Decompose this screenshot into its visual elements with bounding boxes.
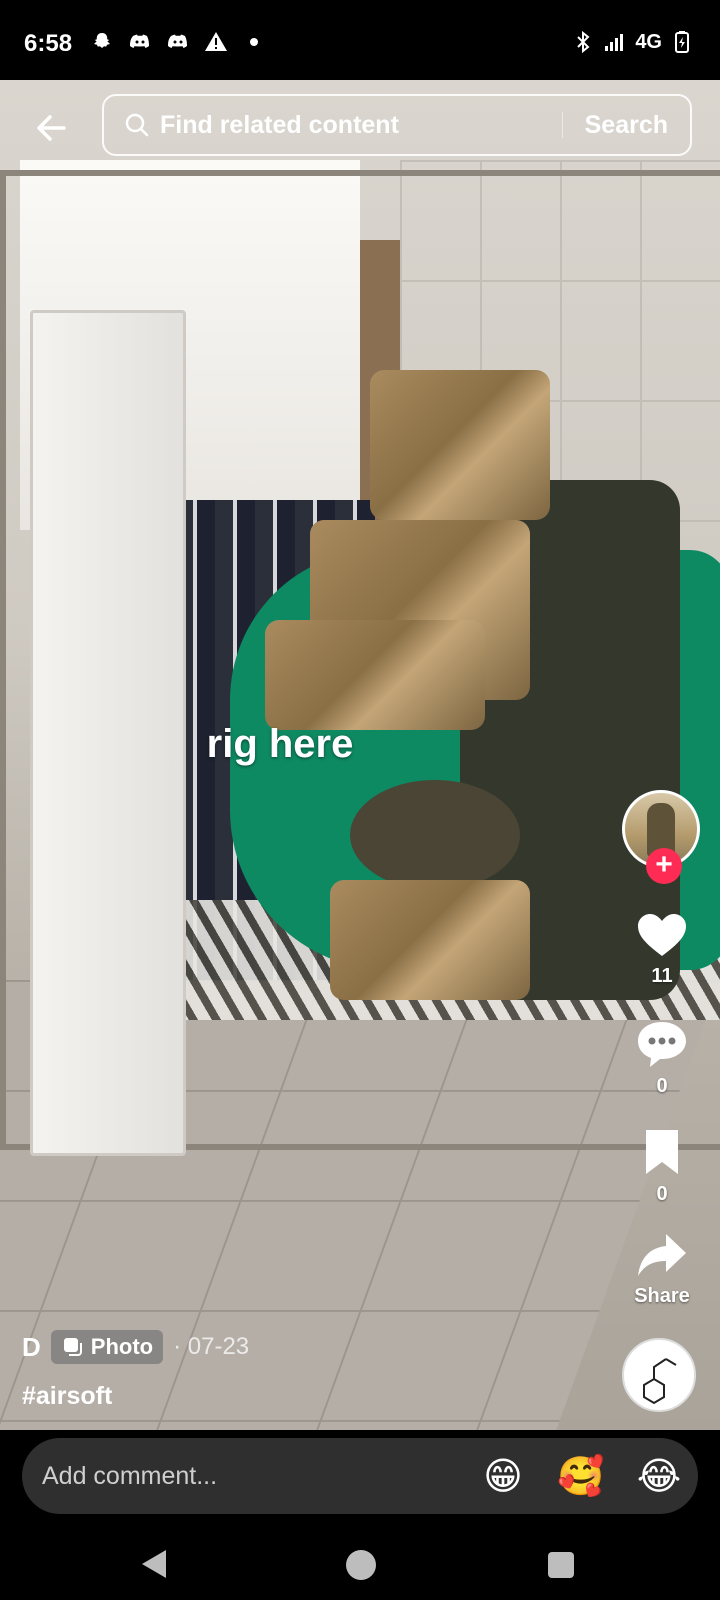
bookmark-icon: [646, 1130, 678, 1174]
top-bar: Find related content Search: [0, 80, 720, 176]
photo-badge-label: Photo: [90, 1334, 154, 1359]
signal-icon: [605, 34, 624, 51]
back-arrow-icon[interactable]: [32, 108, 72, 148]
save-count: 0: [656, 1183, 668, 1205]
warning-icon: [205, 32, 227, 51]
like-button[interactable]: 11: [622, 910, 702, 988]
post-meta: D Photo · 07-23: [22, 1330, 249, 1364]
username[interactable]: D: [22, 1332, 41, 1363]
system-icons: 4G: [571, 30, 694, 54]
like-count: 11: [651, 965, 673, 987]
discord-icon: [130, 34, 149, 48]
share-label: Share: [634, 1285, 690, 1307]
search-input[interactable]: Find related content Search: [102, 94, 692, 156]
network-type: 4G: [635, 30, 662, 53]
nav-recents-icon[interactable]: [548, 1552, 574, 1578]
search-placeholder: Find related content: [160, 110, 399, 139]
post-date: · 07-23: [173, 1333, 250, 1360]
battery-icon: [675, 31, 689, 53]
comment-bar: Add comment... 😁 🥰 😂: [0, 1430, 720, 1530]
discord-icon: [168, 34, 187, 48]
dot-icon: [250, 38, 258, 46]
nav-back-icon[interactable]: [140, 1548, 170, 1580]
comment-bubble-icon: [638, 1022, 686, 1067]
emoji-love[interactable]: 🥰: [542, 1454, 620, 1499]
clock: 6:58: [24, 30, 73, 57]
emoji-grin[interactable]: 😁: [464, 1454, 542, 1498]
molecule-icon: [643, 1358, 677, 1405]
photo-caption-text: rig here: [206, 722, 354, 766]
comment-button[interactable]: 0: [622, 1018, 702, 1098]
notification-icons: [90, 30, 266, 54]
photo-badge: Photo: [50, 1330, 164, 1364]
comment-count: 0: [656, 1075, 668, 1097]
sound-disc[interactable]: [622, 1338, 696, 1412]
follow-button[interactable]: +: [646, 848, 682, 884]
system-nav-bar: [0, 1530, 720, 1600]
share-arrow-icon: [638, 1234, 686, 1276]
emoji-laugh[interactable]: 😂: [620, 1454, 698, 1498]
heart-icon: [638, 914, 686, 956]
bluetooth-icon: [577, 30, 590, 54]
snapchat-icon: [94, 33, 110, 48]
comment-input[interactable]: Add comment... 😁 🥰 😂: [22, 1438, 698, 1514]
comment-placeholder: Add comment...: [42, 1461, 218, 1490]
search-icon: [125, 113, 149, 137]
save-button[interactable]: 0: [622, 1126, 702, 1206]
nav-home-icon[interactable]: [346, 1550, 376, 1580]
status-bar: 6:58 4G: [0, 0, 720, 80]
share-button[interactable]: Share: [622, 1230, 702, 1308]
search-button[interactable]: Search: [563, 111, 690, 140]
photo-stack-icon: [63, 1338, 82, 1356]
hashtag-link[interactable]: #airsoft: [22, 1382, 112, 1411]
